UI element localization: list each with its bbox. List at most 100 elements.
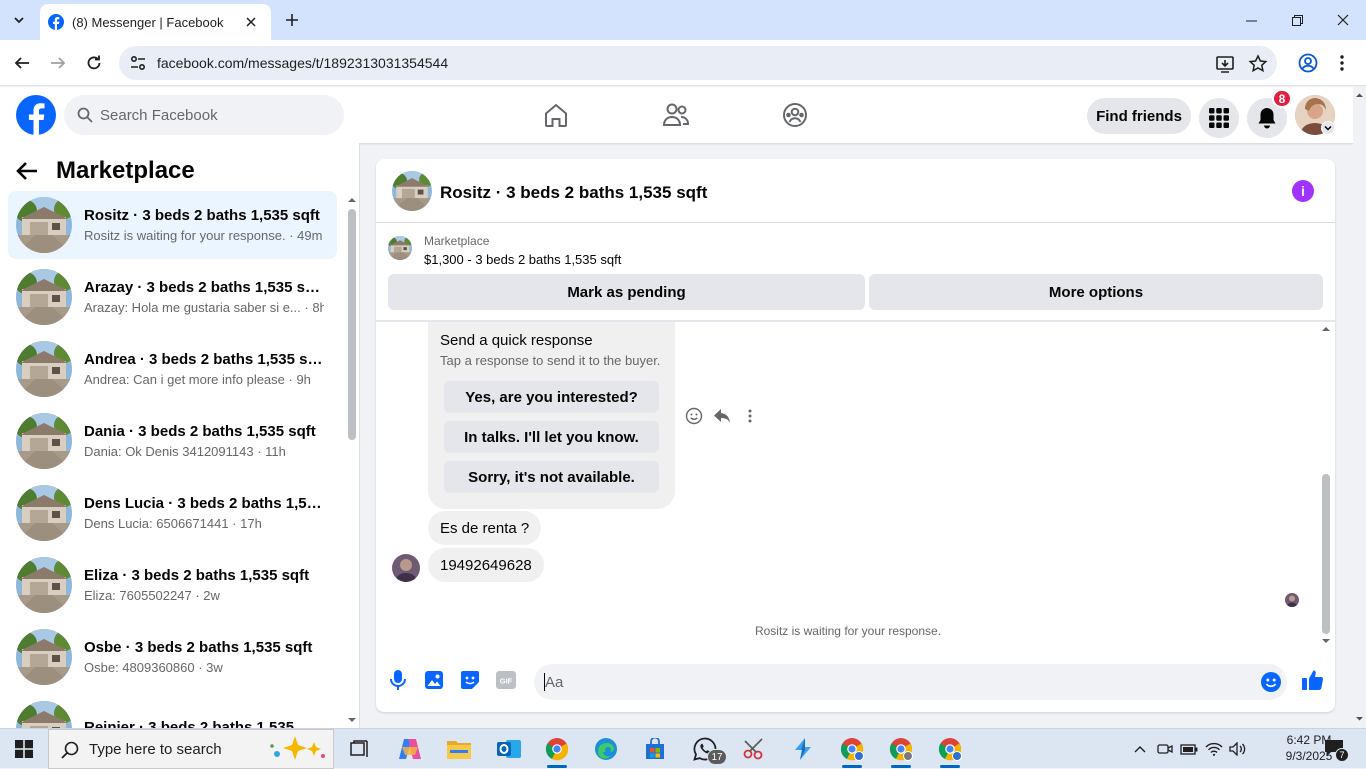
quick-response-option[interactable]: In talks. I'll let you know. [444, 421, 659, 453]
listing-thumbnail [16, 413, 72, 469]
bookmark-star-icon[interactable] [1248, 54, 1268, 74]
tray-volume[interactable] [1228, 739, 1248, 759]
conversation-preview: Arazay: Hola me gustaria saber si e... ·… [84, 300, 324, 315]
taskbar-edge[interactable] [590, 733, 622, 765]
conversation-item[interactable]: Reinier · 3 beds 2 baths 1,535 ... [8, 695, 337, 728]
more-actions-button[interactable] [739, 405, 761, 427]
task-view-button[interactable] [344, 733, 376, 765]
message-bubble[interactable]: Es de renta ? [428, 511, 542, 545]
find-friends-button[interactable]: Find friends [1087, 98, 1191, 134]
taskbar-copilot[interactable] [394, 733, 426, 765]
conversation-item[interactable]: Rositz · 3 beds 2 baths 1,535 sqft Rositz… [8, 191, 337, 259]
quick-response-option[interactable]: Yes, are you interested? [444, 381, 659, 413]
reply-button[interactable] [711, 405, 733, 427]
conversation-item[interactable]: Eliza · 3 beds 2 baths 1,535 sqft Eliza: … [8, 551, 337, 619]
scroll-down-arrow-icon [1356, 717, 1363, 721]
minimize-button[interactable] [1228, 0, 1274, 40]
browser-tab-active[interactable]: (8) Messenger | Facebook [40, 4, 271, 40]
profile-button[interactable] [1294, 49, 1322, 77]
voice-clip-button[interactable] [386, 668, 410, 692]
attach-photo-button[interactable] [422, 668, 446, 692]
tab-search-button[interactable] [6, 7, 32, 33]
message-input[interactable]: Aa [534, 664, 1287, 700]
gif-button[interactable]: GIF [494, 668, 518, 692]
quick-response-option[interactable]: Sorry, it's not available. [444, 461, 659, 493]
restore-button[interactable] [1274, 0, 1320, 40]
tab-close-button[interactable] [241, 12, 261, 32]
start-button[interactable] [0, 729, 48, 769]
search-highlight-icon[interactable] [267, 734, 329, 764]
menu-button[interactable] [1199, 98, 1239, 138]
plus-icon [286, 14, 298, 26]
info-icon[interactable]: i [1292, 180, 1314, 202]
chat-scroll-thumb[interactable] [1322, 474, 1330, 634]
reload-button[interactable] [80, 49, 108, 77]
sidebar-scrollbar[interactable] [346, 195, 358, 728]
edge-icon [595, 738, 617, 760]
windows-taskbar: Type here to search 17 6:42 PM 9/3/2025 … [0, 728, 1366, 769]
chat-header: Rositz · 3 beds 2 baths 1,535 sqft i [376, 159, 1335, 223]
nav-home-button[interactable] [540, 99, 572, 131]
taskbar-chrome-profile-2[interactable] [885, 733, 917, 768]
taskbar-search-input[interactable]: Type here to search [48, 729, 334, 769]
chat-scrollbar[interactable] [1320, 322, 1332, 654]
emoji-icon[interactable] [1260, 671, 1282, 693]
show-hidden-icons-button[interactable] [1130, 739, 1150, 759]
react-button[interactable] [683, 405, 705, 427]
close-window-button[interactable] [1320, 0, 1366, 40]
page-scrollbar[interactable] [1353, 87, 1366, 728]
address-bar[interactable]: facebook.com/messages/t/1892313031354544 [119, 46, 1277, 80]
facebook-logo-icon[interactable] [16, 95, 56, 135]
taskbar-chrome[interactable] [541, 733, 573, 768]
new-tab-button[interactable] [280, 8, 304, 32]
conversation-item[interactable]: Dens Lucia · 3 beds 2 baths 1,53... Dens … [8, 479, 337, 547]
conversation-item[interactable]: Osbe · 3 beds 2 baths 1,535 sqft Osbe: 48… [8, 623, 337, 691]
nav-friends-button[interactable] [660, 99, 692, 131]
listing-thumbnail [16, 557, 72, 613]
conversation-preview: Eliza: 7605502247 · 2w [84, 588, 220, 603]
taskbar-file-explorer[interactable] [443, 733, 475, 765]
message-bubble[interactable]: 19492649628 [428, 548, 544, 582]
conversation-item[interactable]: Andrea · 3 beds 2 baths 1,535 sqft Andrea… [8, 335, 337, 403]
taskbar-power-automate[interactable] [787, 733, 819, 765]
nav-groups-button[interactable] [779, 99, 811, 131]
tray-battery[interactable] [1179, 739, 1199, 759]
taskbar-snipping-tool[interactable] [738, 733, 770, 765]
send-like-button[interactable] [1301, 668, 1325, 692]
search-icon [77, 107, 93, 123]
back-button[interactable] [8, 49, 36, 77]
conversation-item[interactable]: Arazay · 3 beds 2 baths 1,535 sqft Arazay… [8, 263, 337, 331]
taskbar-outlook[interactable] [493, 733, 525, 765]
conversation-item[interactable]: Dania · 3 beds 2 baths 1,535 sqft Dania: … [8, 407, 337, 475]
back-arrow-icon[interactable] [16, 160, 38, 182]
sidebar-scroll-thumb[interactable] [348, 209, 356, 440]
sticker-button[interactable] [458, 668, 482, 692]
more-options-button[interactable]: More options [869, 274, 1323, 310]
browser-tab-bar: (8) Messenger | Facebook [0, 0, 1366, 40]
sender-avatar[interactable] [392, 554, 420, 582]
install-app-icon[interactable] [1215, 54, 1235, 74]
site-info-icon[interactable] [129, 54, 147, 72]
taskbar-store[interactable] [639, 733, 671, 765]
taskbar-chrome-profile-3[interactable] [934, 733, 966, 768]
search-placeholder: Search Facebook [100, 106, 218, 124]
listing-price-title[interactable]: $1,300 - 3 beds 2 baths 1,535 sqft [424, 252, 621, 267]
conversation-name: Andrea · 3 beds 2 baths 1,535 sqft [84, 351, 324, 368]
mark-as-pending-button[interactable]: Mark as pending [388, 274, 865, 310]
scroll-up-arrow-icon [1356, 93, 1363, 97]
taskbar-chrome-profile-1[interactable] [836, 733, 868, 768]
action-center-button[interactable]: 7 [1324, 739, 1349, 762]
tray-meet-now[interactable] [1155, 739, 1175, 759]
chat-title[interactable]: Rositz · 3 beds 2 baths 1,535 sqft [440, 183, 707, 203]
chat-listing-avatar[interactable] [392, 171, 432, 211]
browser-menu-button[interactable] [1328, 49, 1356, 77]
arrow-left-icon [14, 57, 29, 69]
scroll-up-arrow-icon [348, 198, 356, 202]
forward-button[interactable] [44, 49, 72, 77]
facebook-search-input[interactable]: Search Facebook [64, 95, 344, 135]
seen-receipt-avatar [1285, 593, 1299, 607]
tray-network[interactable] [1204, 739, 1224, 759]
account-menu-chevron[interactable] [1321, 121, 1335, 135]
taskbar-whatsapp[interactable]: 17 [689, 733, 727, 765]
reload-icon [87, 55, 101, 70]
